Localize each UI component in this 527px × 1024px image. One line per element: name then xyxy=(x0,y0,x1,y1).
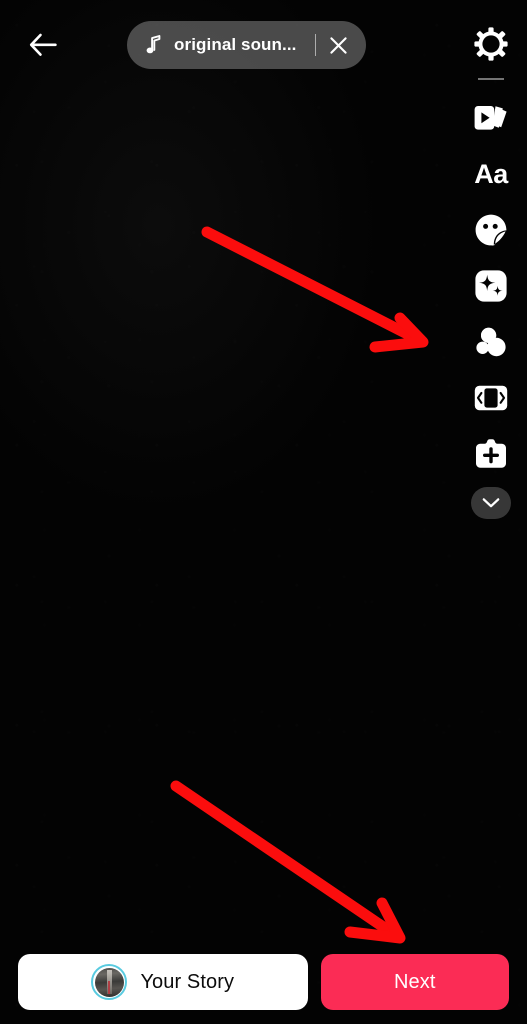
tool-button-add-photo[interactable] xyxy=(463,426,519,482)
avatar-photo xyxy=(94,967,124,997)
resize-frame-icon xyxy=(474,385,508,411)
story-editor-screen: original soun... Aa Your Story Next xyxy=(0,0,527,1024)
back-button[interactable] xyxy=(18,20,68,70)
text-aa-icon: Aa xyxy=(474,158,508,189)
your-story-button[interactable]: Your Story xyxy=(18,954,308,1010)
color-circles-icon xyxy=(474,327,507,357)
tool-rail-divider xyxy=(478,78,504,80)
top-bar: original soun... xyxy=(0,0,527,88)
tool-button-templates[interactable] xyxy=(463,90,519,146)
chevron-down-icon xyxy=(482,498,500,508)
tool-button-more[interactable] xyxy=(471,487,511,519)
sticker-face-icon xyxy=(475,214,507,246)
tool-button-draw[interactable] xyxy=(463,314,519,370)
music-note-icon xyxy=(145,34,162,56)
tool-button-settings[interactable] xyxy=(463,16,519,72)
tool-rail: Aa xyxy=(455,16,527,519)
tool-button-stickers[interactable] xyxy=(463,202,519,258)
photo-plus-icon xyxy=(476,439,506,468)
cards-play-icon xyxy=(474,106,507,130)
tool-button-aspect-ratio[interactable] xyxy=(463,370,519,426)
sparkles-icon xyxy=(475,270,507,302)
tool-button-effects[interactable] xyxy=(463,258,519,314)
next-label: Next xyxy=(394,970,436,993)
audio-track-pill[interactable]: original soun... xyxy=(127,21,366,69)
tool-button-text[interactable]: Aa xyxy=(463,146,519,202)
close-icon xyxy=(330,36,347,54)
back-arrow-icon xyxy=(29,33,57,56)
media-canvas[interactable] xyxy=(0,0,527,1024)
your-story-label: Your Story xyxy=(140,970,235,993)
avatar xyxy=(91,964,128,1000)
gear-icon xyxy=(474,27,508,61)
audio-track-title: original soun... xyxy=(174,35,297,54)
audio-close-button[interactable] xyxy=(316,22,362,68)
next-button[interactable]: Next xyxy=(320,954,509,1010)
bottom-action-bar: Your Story Next xyxy=(0,940,527,1024)
media-noise-texture xyxy=(0,0,527,1024)
